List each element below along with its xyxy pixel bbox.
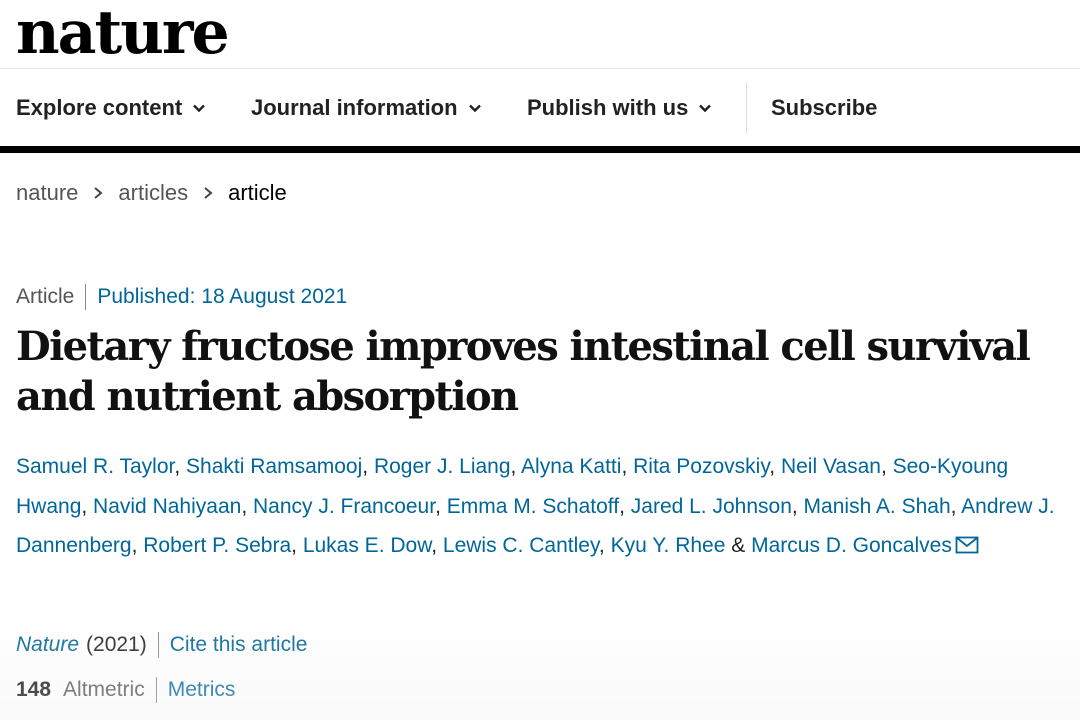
breadcrumb: nature articles article: [16, 180, 287, 206]
author-link[interactable]: Neil Vasan: [781, 455, 881, 478]
subscribe-link[interactable]: Subscribe: [771, 70, 877, 146]
article-title: Dietary fructose improves intestinal cel…: [16, 323, 1031, 420]
publication-year: (2021): [86, 633, 147, 656]
metrics-link[interactable]: Metrics: [168, 678, 236, 702]
nav-publish-with-us-label: Publish with us: [527, 95, 689, 120]
author-link[interactable]: Nancy J. Francoeur: [253, 495, 435, 518]
author-link[interactable]: Navid Nahiyaan: [93, 495, 241, 518]
author-link[interactable]: Kyu Y. Rhee: [611, 534, 726, 557]
published-date: Published: 18 August 2021: [97, 285, 348, 308]
citation-divider: [157, 632, 159, 658]
breadcrumb-articles[interactable]: articles: [118, 180, 188, 206]
nature-logo[interactable]: nature: [16, 0, 230, 68]
author-link[interactable]: Emma M. Schatoff: [447, 495, 619, 518]
header-bar: [0, 146, 1080, 153]
author-name: Marcus D. Goncalves: [751, 534, 952, 557]
citation-line: Nature (2021) Cite this article: [16, 632, 307, 658]
header-divider: [0, 68, 1080, 69]
author-link[interactable]: Robert P. Sebra: [143, 534, 291, 557]
article-type: Article: [16, 285, 75, 308]
metrics-divider: [155, 677, 157, 703]
journal-name[interactable]: Nature: [16, 633, 79, 657]
article-meta: Article Published: 18 August 2021: [16, 284, 347, 310]
breadcrumb-article: article: [228, 180, 287, 205]
author-link[interactable]: Rita Pozovskiy: [633, 455, 769, 478]
chevron-down-icon: [699, 104, 712, 113]
author-link[interactable]: Jared L. Johnson: [631, 495, 792, 518]
metrics-line: 148 Altmetric Metrics: [16, 677, 235, 703]
author-link[interactable]: Manish A. Shah: [804, 495, 951, 518]
breadcrumb-nature[interactable]: nature: [16, 180, 78, 206]
author-list: Samuel R. Taylor, Shakti Ramsamooj, Roge…: [16, 455, 1055, 557]
altmetric-label: Altmetric: [63, 678, 145, 701]
author-link[interactable]: Lewis C. Cantley: [443, 534, 599, 557]
chevron-down-icon: [193, 104, 206, 113]
nav-explore-content-label: Explore content: [16, 95, 183, 120]
main-nav: Explore content Journal information Publ…: [0, 70, 1080, 146]
altmetric-count: 148: [16, 678, 52, 701]
author-link[interactable]: Alyna Katti: [521, 455, 621, 478]
author-link[interactable]: Shakti Ramsamooj: [186, 455, 362, 478]
chevron-right-icon: [94, 187, 103, 199]
chevron-down-icon: [468, 104, 481, 113]
nav-separator: [746, 82, 747, 134]
author-link[interactable]: Lukas E. Dow: [303, 534, 431, 557]
mail-icon: [955, 536, 979, 554]
author-link[interactable]: Roger J. Liang: [374, 455, 511, 478]
nav-publish-with-us[interactable]: Publish with us: [527, 70, 712, 146]
author-link-corresponding[interactable]: Marcus D. Goncalves: [751, 534, 979, 557]
nav-journal-information-label: Journal information: [251, 95, 458, 120]
nav-explore-content[interactable]: Explore content: [16, 70, 206, 146]
nav-journal-information[interactable]: Journal information: [251, 70, 482, 146]
author-link[interactable]: Samuel R. Taylor: [16, 455, 174, 478]
chevron-right-icon: [204, 187, 213, 199]
authors-ampersand: &: [731, 534, 746, 557]
meta-divider: [85, 284, 87, 310]
cite-article-link[interactable]: Cite this article: [170, 633, 308, 657]
